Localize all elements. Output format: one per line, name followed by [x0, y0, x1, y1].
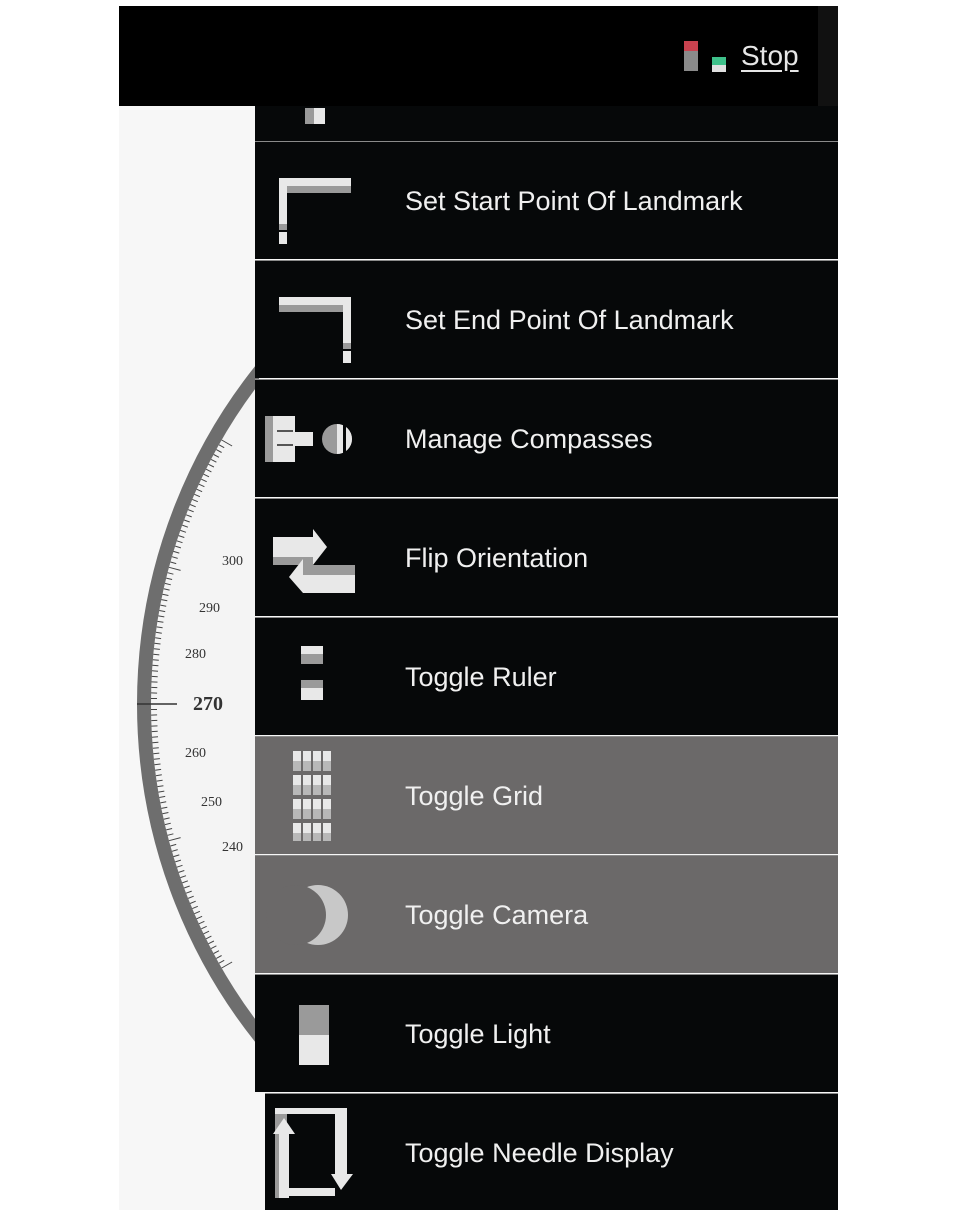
- tick-label-250: 250: [201, 795, 222, 810]
- compass-tick: [153, 648, 160, 650]
- grid-cell: [323, 823, 331, 833]
- tick-label-270: 270: [193, 693, 223, 715]
- compass-tick: [152, 659, 159, 661]
- tick-label-300: 300: [222, 554, 243, 569]
- compasses-icon: [265, 416, 352, 462]
- menu-item-toggle-light[interactable]: Toggle Light: [255, 974, 838, 1092]
- grid-cell: [293, 761, 301, 771]
- grid-cell: [323, 799, 331, 809]
- grid-cell: [313, 751, 321, 761]
- grid-cell: [293, 751, 301, 761]
- grid-cell: [303, 761, 311, 771]
- menu-item-label: Toggle Grid: [405, 781, 544, 811]
- menu-item-label: Set Start Point Of Landmark: [405, 186, 743, 216]
- grid-cell: [323, 833, 331, 841]
- menu-item-label: Toggle Light: [405, 1019, 551, 1049]
- menu-item-toggle-needle-display[interactable]: Toggle Needle Display: [265, 1093, 838, 1210]
- compass-tick: [154, 642, 161, 645]
- menu-item-label: Set End Point Of Landmark: [405, 305, 734, 335]
- menu-item-toggle-ruler[interactable]: Toggle Ruler: [255, 617, 838, 735]
- compass-tick: [152, 741, 159, 744]
- grid-icon: [293, 751, 331, 841]
- grid-cell: [303, 785, 311, 795]
- grid-cell: [293, 799, 301, 809]
- compass-tick: [153, 752, 160, 755]
- menu-item-set-end-point[interactable]: Set End Point Of Landmark: [255, 260, 838, 378]
- menu-item-label: Manage Compasses: [405, 424, 653, 454]
- tick-label-260: 260: [185, 746, 206, 761]
- compass-tick: [152, 747, 159, 749]
- end-point-corner-icon: [279, 297, 351, 363]
- tick-label-290: 290: [199, 601, 220, 616]
- grid-cell: [323, 751, 331, 761]
- grid-cell: [303, 823, 311, 833]
- menu-item-label: Toggle Ruler: [405, 662, 557, 692]
- grid-cell: [293, 785, 301, 795]
- grid-cell: [313, 823, 321, 833]
- ruler-icon: [301, 646, 323, 700]
- menu-item-manage-compasses[interactable]: Manage Compasses: [255, 379, 838, 497]
- needle-loop-icon: [273, 1108, 353, 1198]
- menu-item-toggle-grid[interactable]: Toggle Grid: [255, 736, 838, 854]
- grid-cell: [323, 785, 331, 795]
- menu-item-label: Toggle Needle Display: [405, 1138, 674, 1168]
- menu-item-flip-orientation[interactable]: Flip Orientation: [255, 498, 838, 616]
- menu-item-label: Flip Orientation: [405, 543, 589, 573]
- tick-label-280: 280: [185, 647, 206, 662]
- menu-item-partial[interactable]: [255, 106, 838, 141]
- grid-cell: [313, 833, 321, 841]
- grid-cell: [293, 833, 301, 841]
- partial-item-icon: [305, 108, 325, 124]
- compass-tick: [154, 763, 161, 766]
- compass-dial: 300 290 280 270 260 250 240: [119, 106, 259, 1210]
- menu-item-label: Toggle Camera: [405, 900, 589, 930]
- compass-tick: [153, 653, 160, 656]
- app-screen: 300 290 280 270 260 250 240 Stop Set Sta…: [119, 6, 838, 1210]
- grid-cell: [303, 799, 311, 809]
- recording-status-icon: [684, 41, 726, 72]
- action-bar-edge: [818, 6, 838, 106]
- grid-cell: [313, 775, 321, 785]
- grid-cell: [323, 761, 331, 771]
- grid-cell: [313, 799, 321, 809]
- grid-cell: [293, 823, 301, 833]
- action-bar: Stop: [119, 6, 838, 106]
- grid-cell: [323, 809, 331, 819]
- grid-cell: [293, 775, 301, 785]
- compass-tick: [152, 664, 159, 667]
- grid-cell: [303, 833, 311, 841]
- overflow-menu: Set Start Point Of Landmark Set End Poin…: [255, 106, 838, 1210]
- tick-label-240: 240: [222, 840, 243, 855]
- grid-cell: [313, 809, 321, 819]
- grid-cell: [303, 809, 311, 819]
- crescent-icon: [266, 885, 348, 945]
- menu-item-set-start-point[interactable]: Set Start Point Of Landmark: [255, 141, 838, 259]
- start-point-corner-icon: [279, 178, 351, 244]
- compass-tick: [153, 758, 160, 760]
- stop-button[interactable]: Stop: [741, 40, 799, 72]
- grid-cell: [303, 751, 311, 761]
- menu-item-toggle-camera[interactable]: Toggle Camera: [255, 855, 838, 973]
- light-icon: [299, 1005, 329, 1065]
- grid-cell: [313, 761, 321, 771]
- grid-cell: [313, 785, 321, 795]
- flip-arrows-icon: [273, 529, 355, 593]
- grid-cell: [303, 775, 311, 785]
- grid-cell: [323, 775, 331, 785]
- grid-cell: [293, 809, 301, 819]
